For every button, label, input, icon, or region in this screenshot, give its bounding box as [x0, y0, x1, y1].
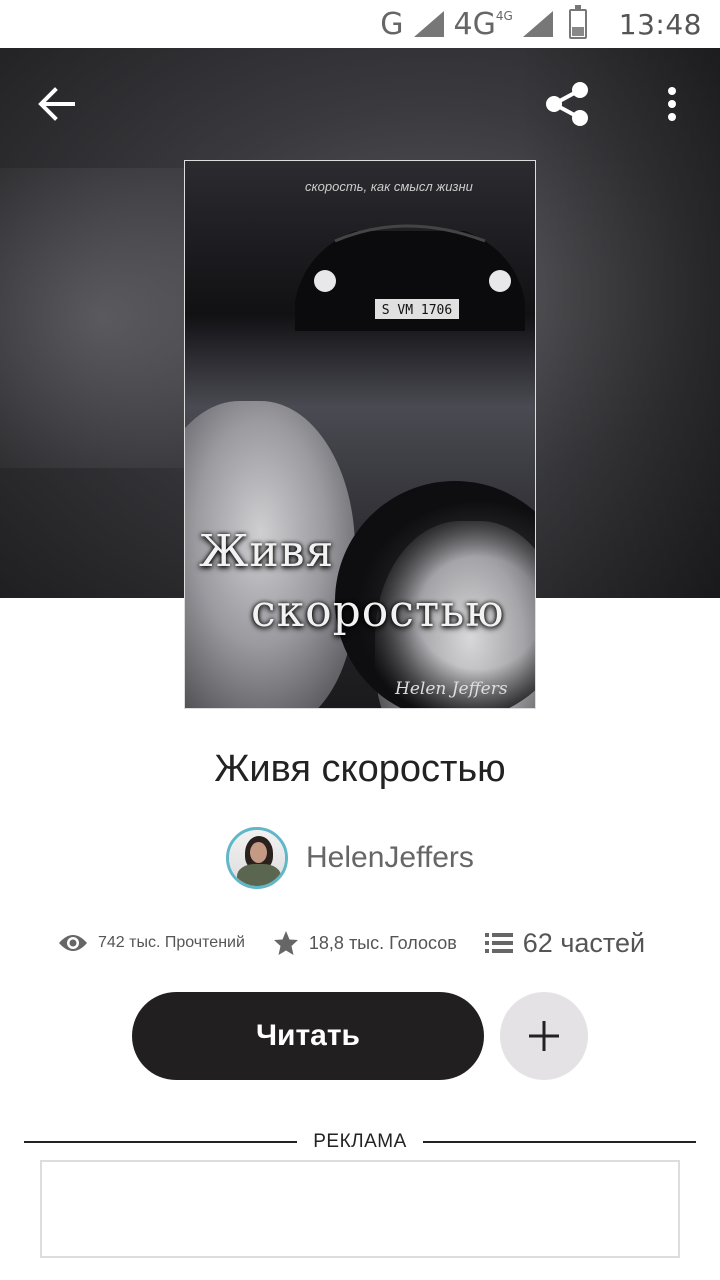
- more-vertical-icon: [668, 87, 676, 121]
- eye-icon: [59, 935, 87, 951]
- battery-icon: [568, 5, 587, 39]
- share-button[interactable]: [535, 72, 599, 136]
- ad-label: РЕКЛАМА: [313, 1131, 407, 1152]
- cover-title-line1: Живя: [199, 526, 335, 577]
- parts-stat: 62 частей: [484, 927, 646, 959]
- votes-stat: 18,8 тыс. Голосов: [273, 930, 457, 956]
- more-options-button[interactable]: [640, 72, 704, 136]
- book-cover[interactable]: S VM 1706 скорость, как смысл жизни Живя…: [184, 160, 536, 709]
- author-name[interactable]: HelenJeffers: [306, 841, 474, 875]
- ad-divider: РЕКЛАМА: [24, 1128, 696, 1156]
- status-time: 13:48: [618, 7, 702, 41]
- reads-stat: 742 тыс. Прочтений: [58, 933, 245, 953]
- share-icon: [546, 82, 588, 126]
- cover-author: Helen Jeffers: [395, 679, 508, 699]
- back-button[interactable]: [24, 72, 88, 136]
- cover-title-line2: скоростью: [251, 586, 505, 637]
- signal-icon: [522, 11, 553, 37]
- list-icon: [484, 933, 513, 953]
- cover-tagline: скорость, как смысл жизни: [305, 179, 473, 194]
- avatar[interactable]: [226, 827, 288, 889]
- plus-icon: [529, 1021, 559, 1051]
- ad-banner[interactable]: [40, 1160, 680, 1258]
- signal-icon: [413, 11, 444, 37]
- parts-count: 62 частей: [522, 927, 646, 958]
- network-4g-indicator: 4G 4G: [453, 6, 513, 42]
- status-bar: G 4G 4G 13:48: [0, 0, 720, 48]
- votes-count: 18,8 тыс. Голосов: [308, 932, 457, 953]
- license-plate: S VM 1706: [382, 303, 452, 318]
- book-stats: 742 тыс. Прочтений 18,8 тыс. Голосов 62 …: [58, 918, 678, 968]
- star-icon: [273, 931, 298, 955]
- read-button[interactable]: Читать: [132, 992, 484, 1080]
- book-title: Живя скоростью: [214, 748, 506, 790]
- author-link[interactable]: HelenJeffers: [226, 826, 474, 890]
- car-illustration: S VM 1706: [295, 224, 525, 331]
- reads-count: 742 тыс. Прочтений: [98, 934, 245, 951]
- network-g-indicator: G: [380, 6, 404, 42]
- arrow-left-icon: [38, 87, 75, 121]
- add-to-library-button[interactable]: [500, 992, 588, 1080]
